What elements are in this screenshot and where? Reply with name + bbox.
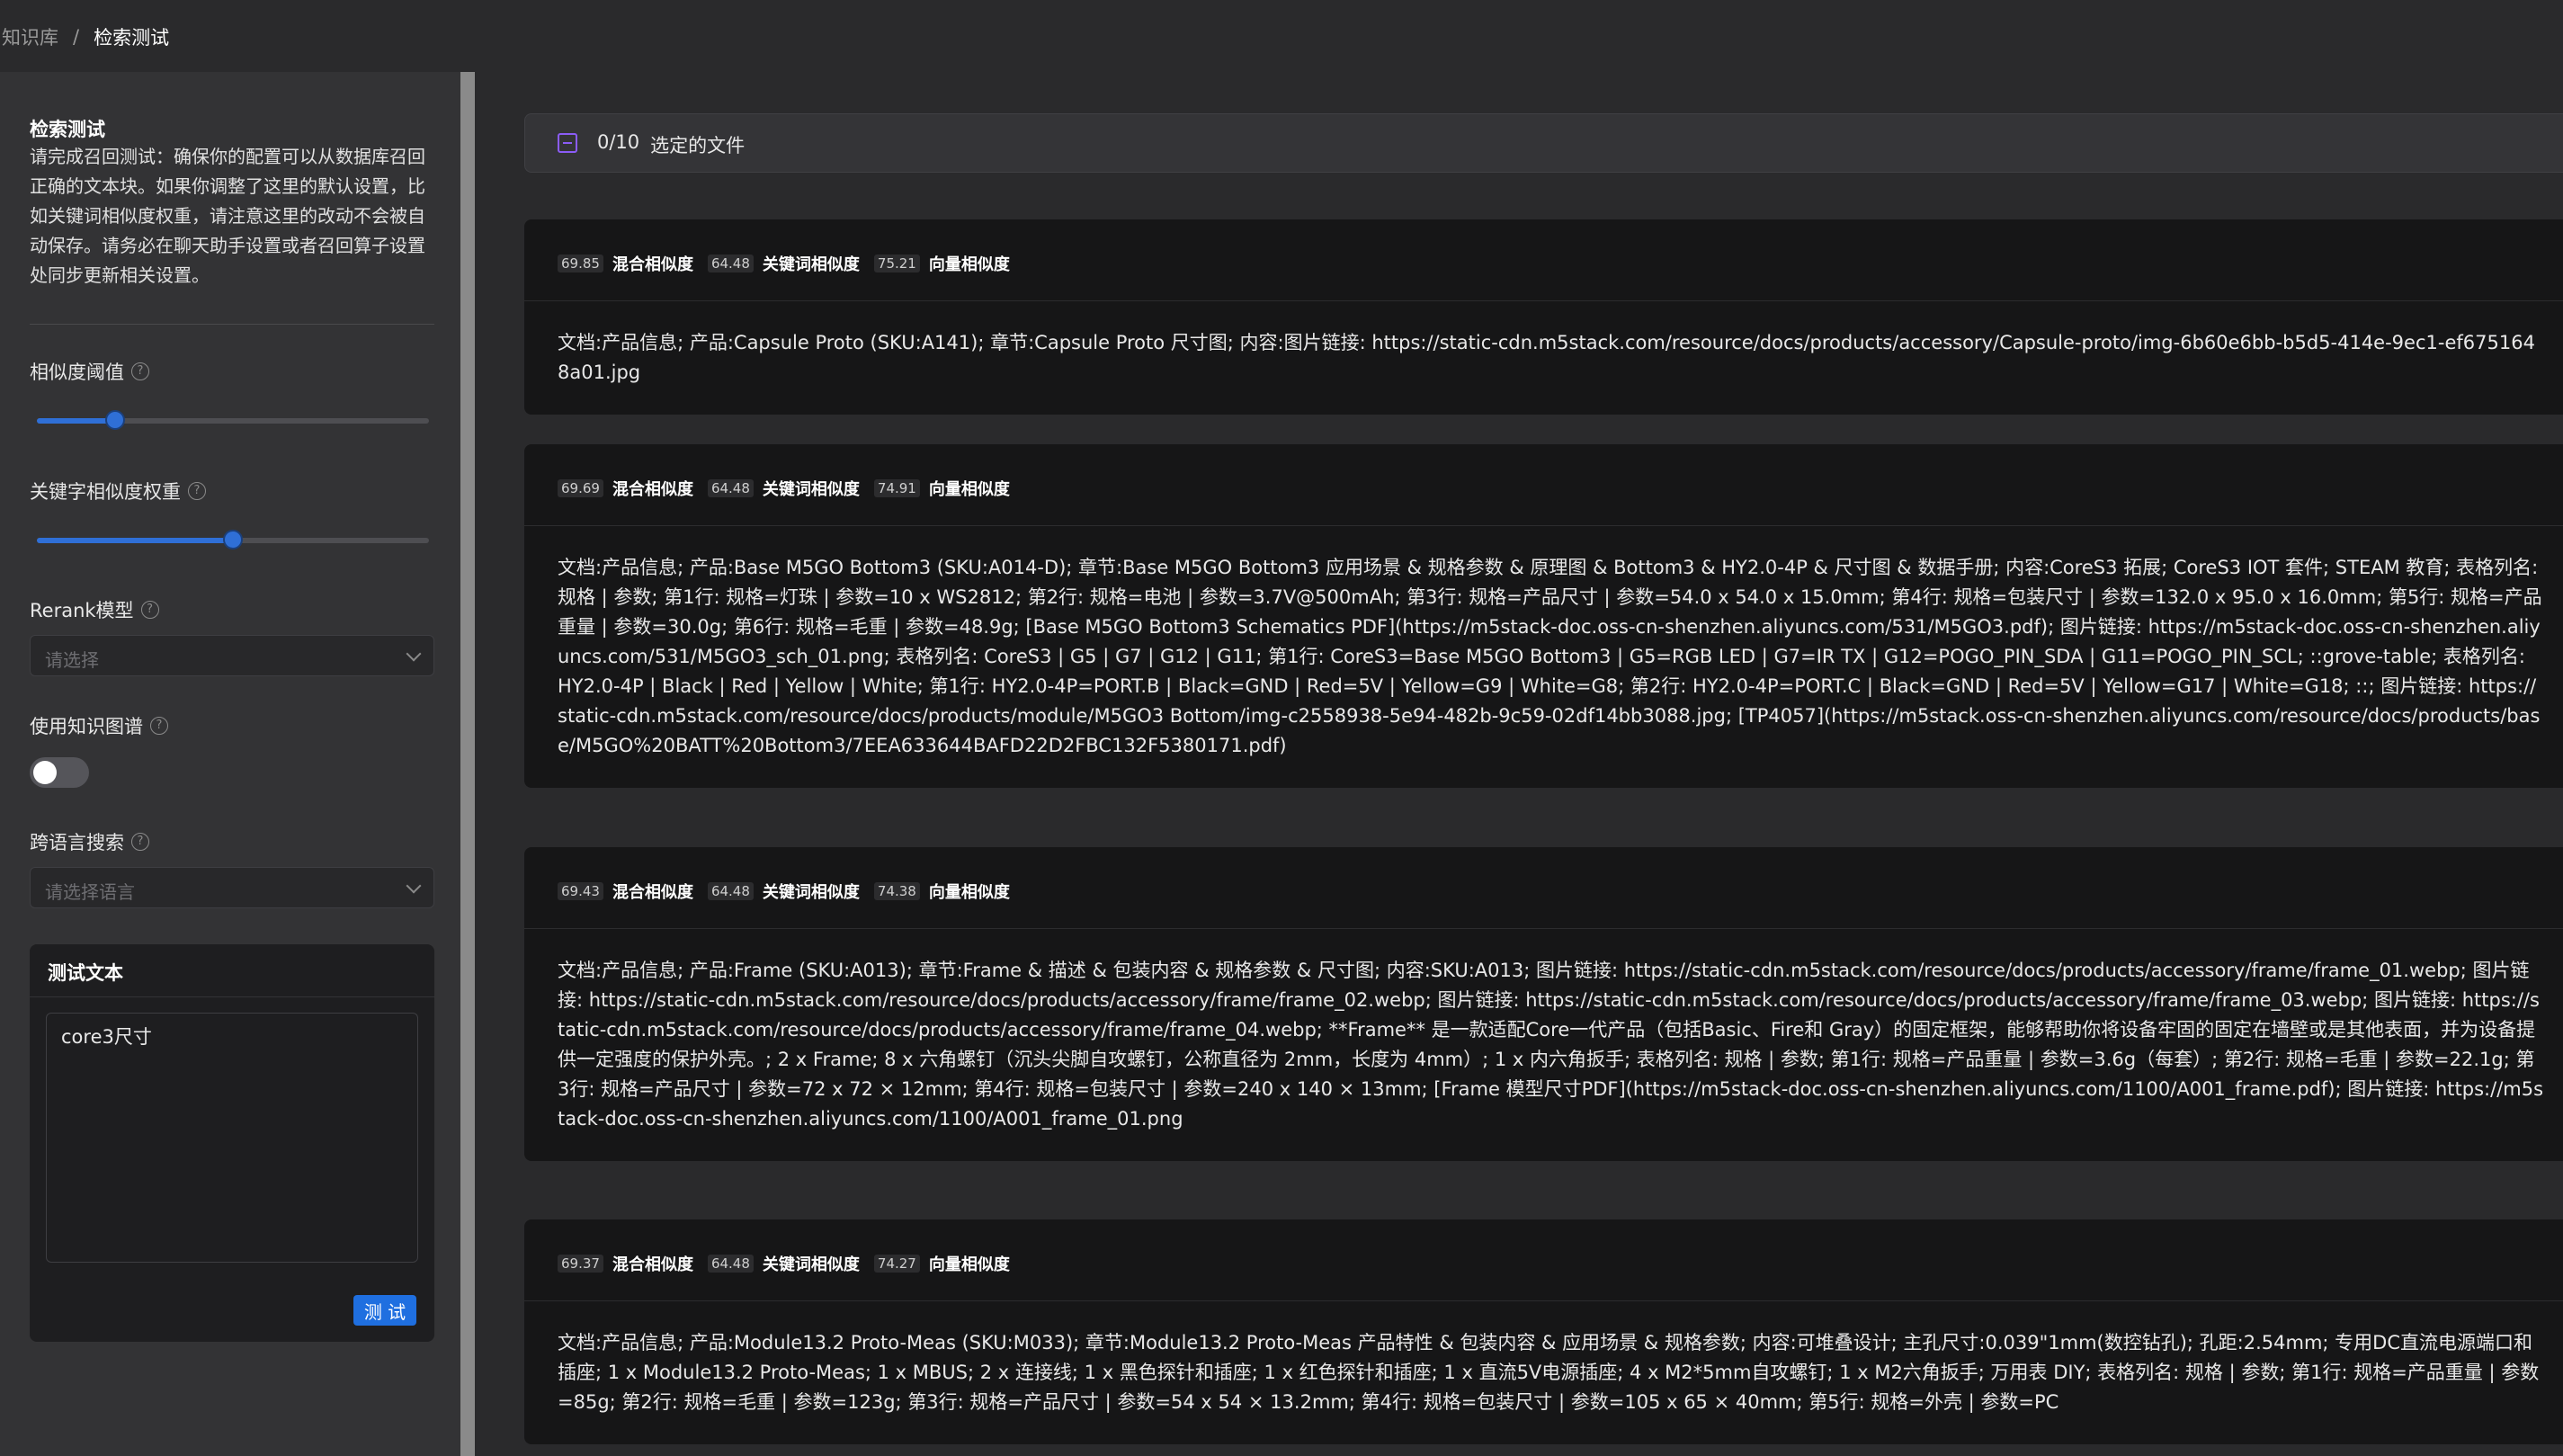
breadcrumb-separator: / — [73, 26, 80, 48]
result-card-header: 69.37 混合相似度 64.48 关键词相似度 74.27 向量相似度 — [524, 1219, 2563, 1301]
keyword-label: 关键词相似度 — [762, 1255, 860, 1274]
rerank-model-select[interactable]: 请选择 — [30, 635, 434, 676]
vector-score: 74.38 — [873, 882, 920, 900]
similarity-scores: 69.69 混合相似度 64.48 关键词相似度 74.91 向量相似度 — [558, 477, 1024, 500]
selected-count: 0/10 — [597, 131, 640, 153]
similarity-threshold-label: 相似度阈值 ? — [30, 358, 149, 385]
test-text-card: 测试文本 测 试 — [30, 944, 434, 1342]
help-icon[interactable]: ? — [131, 833, 149, 851]
vector-label: 向量相似度 — [928, 480, 1010, 499]
result-card[interactable]: 69.85 混合相似度 64.48 关键词相似度 75.21 向量相似度 文档:… — [524, 219, 2563, 415]
top-bar: 知识库 / 检索测试 — [0, 0, 2563, 72]
hybrid-label: 混合相似度 — [612, 255, 693, 274]
sidebar-scrollbar[interactable] — [460, 72, 475, 1456]
keyword-weight-slider[interactable] — [37, 530, 429, 549]
vector-label: 向量相似度 — [928, 1255, 1010, 1274]
result-content: 文档:产品信息; 产品:Module13.2 Proto-Meas (SKU:M… — [558, 1332, 2540, 1413]
hybrid-score: 69.85 — [558, 255, 603, 272]
breadcrumb: 知识库 / 检索测试 — [2, 23, 169, 50]
chevron-down-icon — [406, 646, 422, 662]
chevron-down-icon — [406, 878, 422, 894]
result-content: 文档:产品信息; 产品:Capsule Proto (SKU:A141); 章节… — [558, 332, 2535, 383]
result-card-header: 69.69 混合相似度 64.48 关键词相似度 74.91 向量相似度 — [524, 444, 2563, 526]
similarity-threshold-slider[interactable] — [37, 410, 429, 430]
slider-handle[interactable] — [105, 410, 126, 430]
result-card[interactable]: 69.43 混合相似度 64.48 关键词相似度 74.38 向量相似度 文档:… — [524, 847, 2563, 1161]
slider-fill — [37, 418, 116, 424]
result-card-header: 69.43 混合相似度 64.48 关键词相似度 74.38 向量相似度 — [524, 847, 2563, 929]
result-card-header: 69.85 混合相似度 64.48 关键词相似度 75.21 向量相似度 — [524, 219, 2563, 301]
selected-files-bar: 0/10 选定的文件 — [524, 113, 2563, 173]
language-select[interactable]: 请选择语言 — [30, 867, 434, 908]
result-card[interactable]: 69.37 混合相似度 64.48 关键词相似度 74.27 向量相似度 文档:… — [524, 1219, 2563, 1444]
rerank-placeholder: 请选择 — [45, 649, 99, 671]
select-all-checkbox[interactable] — [558, 133, 577, 153]
vector-label: 向量相似度 — [928, 255, 1010, 274]
test-text-input[interactable] — [46, 1013, 418, 1263]
rerank-model-label: Rerank模型 ? — [30, 596, 159, 623]
keyword-score: 64.48 — [707, 882, 754, 900]
knowledge-graph-label: 使用知识图谱 ? — [30, 712, 168, 739]
help-icon[interactable]: ? — [188, 482, 206, 500]
slider-fill — [37, 538, 233, 543]
sidebar-description: 请完成召回测试：确保你的配置可以从数据库召回正确的文本块。如果你调整了这里的默认… — [30, 146, 425, 286]
breadcrumb-knowledge-base[interactable]: 知识库 — [2, 23, 58, 50]
results-panel: 0/10 选定的文件 69.85 混合相似度 64.48 关键词相似度 75.2… — [496, 72, 2563, 1456]
cross-language-text: 跨语言搜索 — [30, 832, 124, 853]
sidebar-title: 检索测试 — [30, 119, 105, 140]
vector-score: 75.21 — [873, 255, 920, 272]
hybrid-label: 混合相似度 — [612, 1255, 693, 1274]
keyword-weight-text: 关键字相似度权重 — [30, 481, 181, 503]
similarity-scores: 69.43 混合相似度 64.48 关键词相似度 74.38 向量相似度 — [558, 880, 1024, 903]
hybrid-score: 69.43 — [558, 882, 603, 900]
help-icon[interactable]: ? — [131, 362, 149, 380]
help-icon[interactable]: ? — [140, 601, 159, 619]
keyword-label: 关键词相似度 — [762, 255, 860, 274]
result-content: 文档:产品信息; 产品:Frame (SKU:A013); 章节:Frame &… — [558, 960, 2544, 1130]
similarity-scores: 69.85 混合相似度 64.48 关键词相似度 75.21 向量相似度 — [558, 252, 1024, 275]
rerank-model-text: Rerank模型 — [30, 600, 134, 621]
breadcrumb-current: 检索测试 — [94, 27, 170, 49]
hybrid-label: 混合相似度 — [612, 480, 693, 499]
test-text-title: 测试文本 — [48, 962, 123, 984]
keyword-weight-label: 关键字相似度权重 ? — [30, 478, 206, 505]
cross-language-label: 跨语言搜索 ? — [30, 828, 149, 855]
selected-files-label: 选定的文件 — [650, 135, 746, 156]
similarity-threshold-text: 相似度阈值 — [30, 362, 124, 383]
hybrid-score: 69.37 — [558, 1255, 603, 1273]
divider — [30, 324, 434, 325]
keyword-score: 64.48 — [707, 1255, 754, 1273]
similarity-scores: 69.37 混合相似度 64.48 关键词相似度 74.27 向量相似度 — [558, 1252, 1024, 1275]
keyword-label: 关键词相似度 — [762, 480, 860, 499]
help-icon[interactable]: ? — [150, 717, 168, 735]
vector-score: 74.27 — [873, 1255, 920, 1273]
knowledge-graph-text: 使用知识图谱 — [30, 716, 143, 737]
toggle-knob — [33, 761, 57, 784]
result-card[interactable]: 69.69 混合相似度 64.48 关键词相似度 74.91 向量相似度 文档:… — [524, 444, 2563, 788]
keyword-label: 关键词相似度 — [762, 883, 860, 902]
vector-score: 74.91 — [873, 479, 920, 497]
vector-label: 向量相似度 — [928, 883, 1010, 902]
settings-sidebar: 检索测试 请完成召回测试：确保你的配置可以从数据库召回正确的文本块。如果你调整了… — [0, 72, 460, 1456]
keyword-score: 64.48 — [707, 255, 754, 272]
hybrid-label: 混合相似度 — [612, 883, 693, 902]
panel-gap — [475, 72, 496, 1456]
result-content: 文档:产品信息; 产品:Base M5GO Bottom3 (SKU:A014-… — [558, 557, 2542, 756]
test-button[interactable]: 测 试 — [353, 1295, 416, 1326]
hybrid-score: 69.69 — [558, 479, 603, 497]
language-placeholder: 请选择语言 — [45, 881, 135, 903]
slider-handle[interactable] — [223, 530, 243, 549]
divider — [30, 996, 434, 997]
keyword-score: 64.48 — [707, 479, 754, 497]
knowledge-graph-toggle[interactable] — [30, 757, 89, 788]
